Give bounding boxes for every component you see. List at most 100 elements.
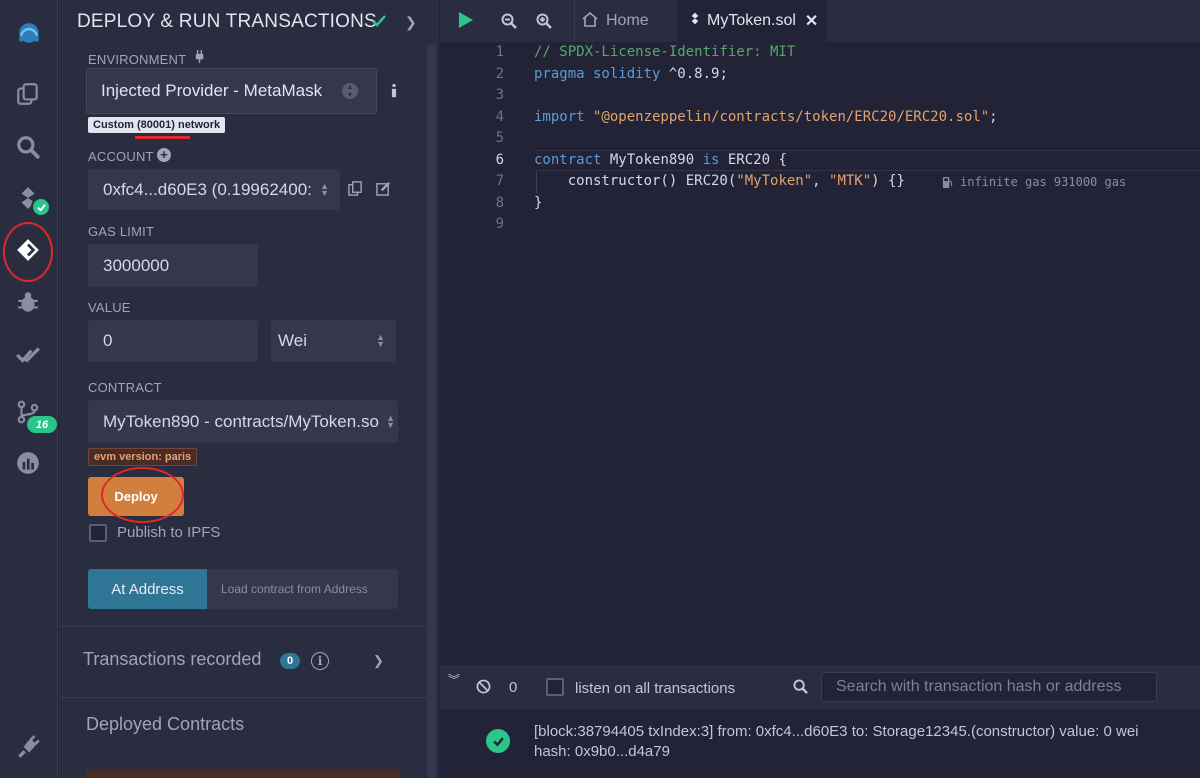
network-annotation-underline: [135, 136, 190, 139]
deployed-contracts-label: Deployed Contracts: [86, 714, 245, 734]
line-number: 8: [495, 195, 504, 211]
deploy-annotation: [101, 467, 184, 523]
double-check-icon[interactable]: [6, 333, 50, 377]
analytics-icon[interactable]: [6, 441, 50, 485]
tab-file-label: MyToken.sol: [707, 12, 796, 29]
search-icon[interactable]: [6, 125, 50, 169]
account-label: ACCOUNT: [88, 149, 154, 164]
remix-logo-icon[interactable]: [4, 8, 54, 58]
value-unit: Wei: [278, 331, 307, 350]
listen-all-checkbox[interactable]: [546, 678, 564, 696]
transactions-recorded-label[interactable]: Transactions recorded: [83, 649, 261, 670]
code-string: "MTK": [829, 173, 872, 189]
environment-select[interactable]: Injected Provider - MetaMask ▴ ▾: [86, 68, 377, 114]
code-text: ,: [812, 173, 830, 189]
solidity-file-icon: [690, 11, 700, 31]
code-line-7[interactable]: constructor() ERC20("MyToken", "MTK") {}: [534, 173, 905, 189]
panel-title: DEPLOY & RUN TRANSACTIONS: [77, 11, 377, 32]
code-keyword: import: [534, 109, 585, 125]
gas-estimate-hint: infinite gas 931000 gas: [960, 175, 1127, 189]
pending-tx-count: 0: [509, 679, 518, 696]
add-account-icon[interactable]: +: [157, 148, 171, 162]
code-line-4[interactable]: import "@openzeppelin/contracts/token/ER…: [534, 109, 998, 125]
line-number: 2: [495, 66, 504, 82]
line-number: 3: [495, 87, 504, 103]
gas-limit-input[interactable]: 3000000: [88, 244, 258, 287]
line-gutter: 1 2 3 4 5 6 7 8 9: [440, 42, 534, 665]
tx-success-icon: [486, 729, 510, 753]
zoom-in-icon[interactable]: [536, 13, 552, 34]
debugger-icon[interactable]: [6, 280, 50, 324]
code-string: "MyToken": [736, 173, 813, 189]
file-explorer-icon[interactable]: [6, 72, 50, 116]
code-line-8[interactable]: }: [534, 195, 542, 211]
plugin-manager-icon[interactable]: [6, 726, 50, 770]
at-address-button[interactable]: At Address: [88, 569, 207, 609]
indent-guide: [536, 172, 537, 193]
code-keyword: pragma solidity: [534, 66, 661, 82]
code-text: ERC20 {: [719, 152, 787, 168]
value-amount: 0: [103, 331, 113, 350]
line-number: 4: [495, 109, 504, 125]
edit-account-icon[interactable]: [376, 181, 391, 201]
deployed-contract-item[interactable]: [86, 769, 400, 778]
collapse-terminal-icon[interactable]: ︾: [448, 674, 460, 686]
icon-bar: 16: [0, 0, 58, 778]
tab-home[interactable]: Home: [574, 0, 674, 42]
line-number: 7: [495, 173, 504, 189]
terminal-search-icon: [793, 679, 808, 699]
contract-select[interactable]: MyToken890 - contracts/MyToken.so ▲ ▼: [88, 400, 398, 443]
line-number: 6: [495, 152, 504, 168]
git-changes-badge: 16: [27, 416, 57, 433]
tab-home-label: Home: [606, 12, 649, 29]
tx-log-line-1[interactable]: [block:38794405 txIndex:3] from: 0xfc4..…: [534, 723, 1139, 740]
run-script-icon[interactable]: [458, 11, 474, 34]
account-updown-icon: ▲ ▼: [320, 180, 329, 198]
divider-2: [59, 697, 427, 698]
environment-label: ENVIRONMENT: [88, 52, 187, 67]
line-number: 9: [495, 216, 504, 232]
deploy-run-panel: DEPLOY & RUN TRANSACTIONS ❯ ENVIRONMENT …: [59, 0, 439, 778]
contract-value: MyToken890 - contracts/MyToken.so: [103, 411, 379, 431]
account-value: 0xfc4...d60E3 (0.19962400:: [103, 179, 312, 199]
clear-terminal-icon[interactable]: [476, 679, 491, 699]
deploy-run-annotation: [3, 222, 53, 282]
code-line-2[interactable]: pragma solidity ^0.8.9;: [534, 66, 728, 82]
transactions-info-icon[interactable]: i: [311, 652, 329, 670]
contract-label: CONTRACT: [88, 380, 162, 395]
panel-chevron-right-icon[interactable]: ❯: [405, 14, 417, 31]
info-icon[interactable]: [389, 82, 399, 104]
tab-mytoken-sol[interactable]: MyToken.sol ✕: [678, 0, 826, 42]
load-address-input[interactable]: Load contract from Address: [207, 569, 398, 609]
code-text: ^0.8.9;: [660, 66, 728, 82]
gas-pump-icon: [942, 176, 953, 194]
zoom-out-icon[interactable]: [501, 13, 517, 34]
title-check-icon: [371, 13, 387, 34]
account-select[interactable]: 0xfc4...d60E3 (0.19962400: ▲ ▼: [88, 169, 340, 210]
value-label: VALUE: [88, 300, 131, 315]
compile-success-icon: [31, 197, 51, 217]
editor-area: [440, 0, 1200, 665]
environment-value: Injected Provider - MetaMask: [101, 81, 323, 100]
value-input[interactable]: 0: [88, 320, 258, 362]
transactions-chevron-icon[interactable]: ❯: [373, 653, 384, 669]
environment-updown-icon: ▴ ▾: [342, 83, 358, 99]
divider-1: [59, 626, 427, 627]
value-unit-select[interactable]: Wei ▲ ▼: [271, 320, 396, 362]
code-string: "@openzeppelin/contracts/token/ERC20/ERC…: [584, 109, 990, 125]
code-text: constructor() ERC20(: [534, 173, 737, 189]
line-number: 1: [495, 44, 504, 60]
code-text: MyToken890: [601, 152, 703, 168]
publish-ipfs-checkbox[interactable]: [89, 524, 107, 542]
code-line-6[interactable]: contract MyToken890 is ERC20 {: [534, 152, 787, 168]
tx-log-line-2: hash: 0x9b0...d4a79: [534, 743, 670, 760]
terminal-search-input[interactable]: Search with transaction hash or address: [821, 672, 1157, 702]
transactions-count-badge: 0: [280, 653, 300, 669]
plug-icon: [192, 49, 207, 69]
close-tab-icon[interactable]: ✕: [805, 11, 818, 31]
code-line-1[interactable]: // SPDX-License-Identifier: MIT: [534, 44, 795, 60]
code-text: ) {}: [871, 173, 905, 189]
gas-limit-label: GAS LIMIT: [88, 224, 155, 239]
copy-address-icon[interactable]: [348, 181, 363, 201]
panel-scrollbar[interactable]: [427, 44, 436, 778]
